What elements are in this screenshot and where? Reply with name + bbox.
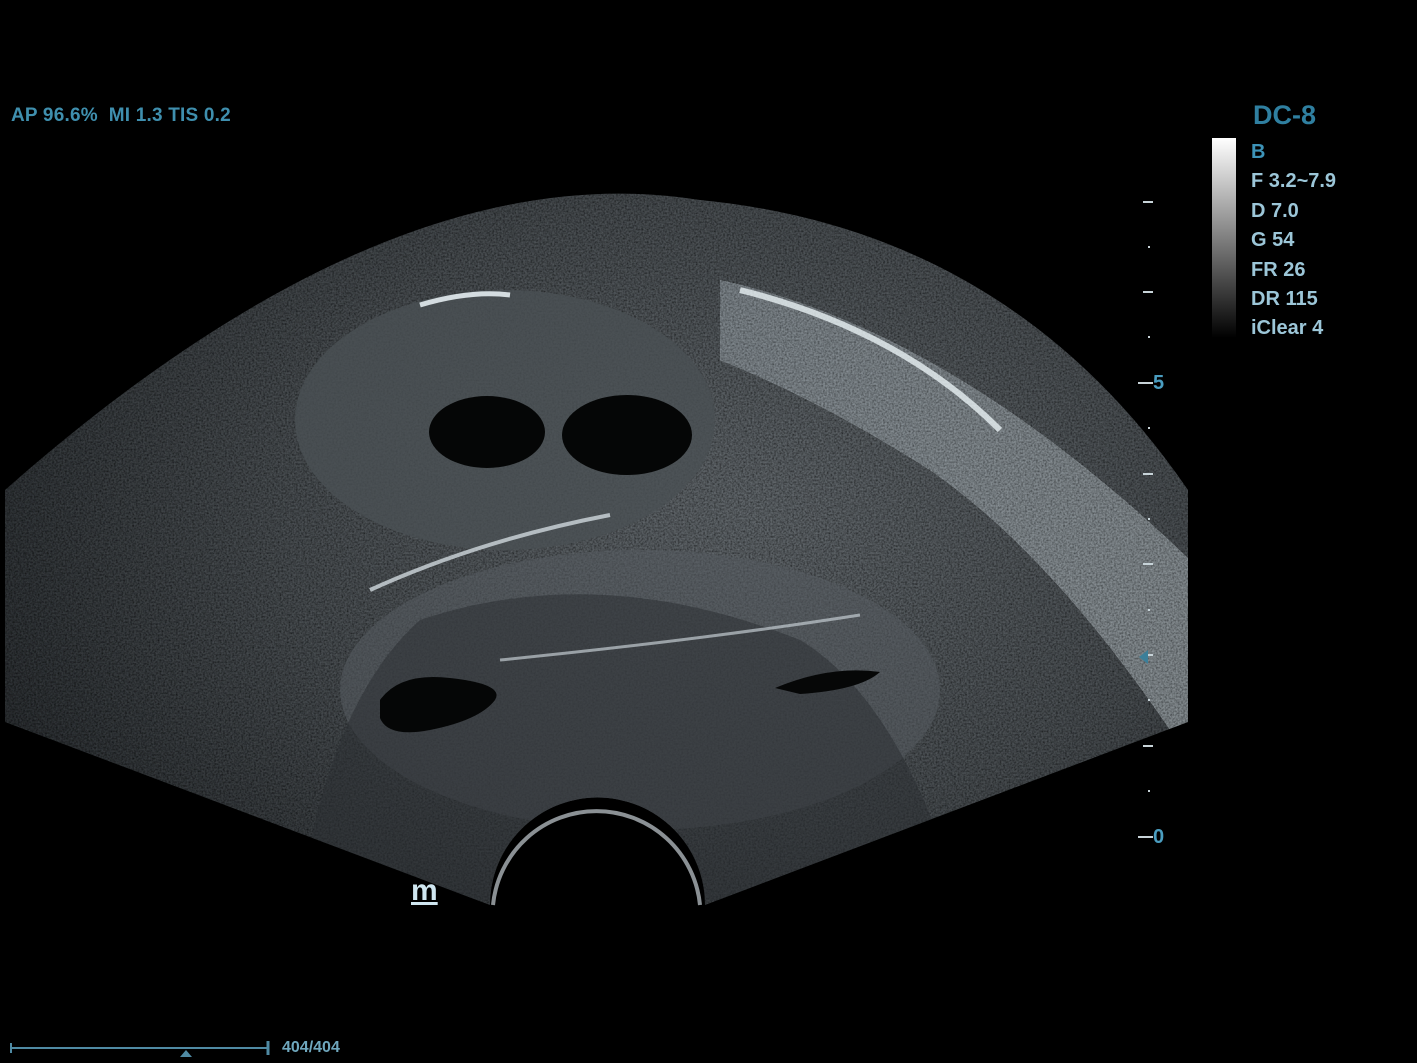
depth-label-5: 5 xyxy=(1153,372,1165,394)
imaging-mode: B xyxy=(1251,141,1266,163)
param-depth: D 7.0 xyxy=(1251,199,1299,222)
cine-position-indicator xyxy=(180,1050,192,1057)
ultrasound-image xyxy=(5,193,1188,906)
imaging-parameters: B F 3.2~7.9 D 7.0 G 54 FR 26 DR 115 iCle… xyxy=(1251,140,1336,346)
probe-name: DC-8 xyxy=(1253,100,1317,130)
param-gain: G 54 xyxy=(1251,229,1295,252)
depth-scale xyxy=(1138,201,1153,838)
cine-frame-counter: 404/404 xyxy=(282,1039,340,1056)
param-frame-rate: FR 26 xyxy=(1251,258,1306,281)
param-frequency: F 3.2~7.9 xyxy=(1251,170,1337,193)
focus-marker-icon[interactable] xyxy=(1139,650,1148,664)
acoustic-output-readout: AP 96.6% MI 1.3 TIS 0.2 xyxy=(11,105,231,126)
param-dynamic-range: DR 115 xyxy=(1251,287,1318,310)
param-iclear: iClear 4 xyxy=(1251,317,1324,340)
orientation-marker: m xyxy=(411,874,438,907)
cine-slider[interactable] xyxy=(10,1038,272,1058)
grayscale-map-bar xyxy=(1212,138,1236,338)
depth-label-0: 0 xyxy=(1153,826,1165,848)
